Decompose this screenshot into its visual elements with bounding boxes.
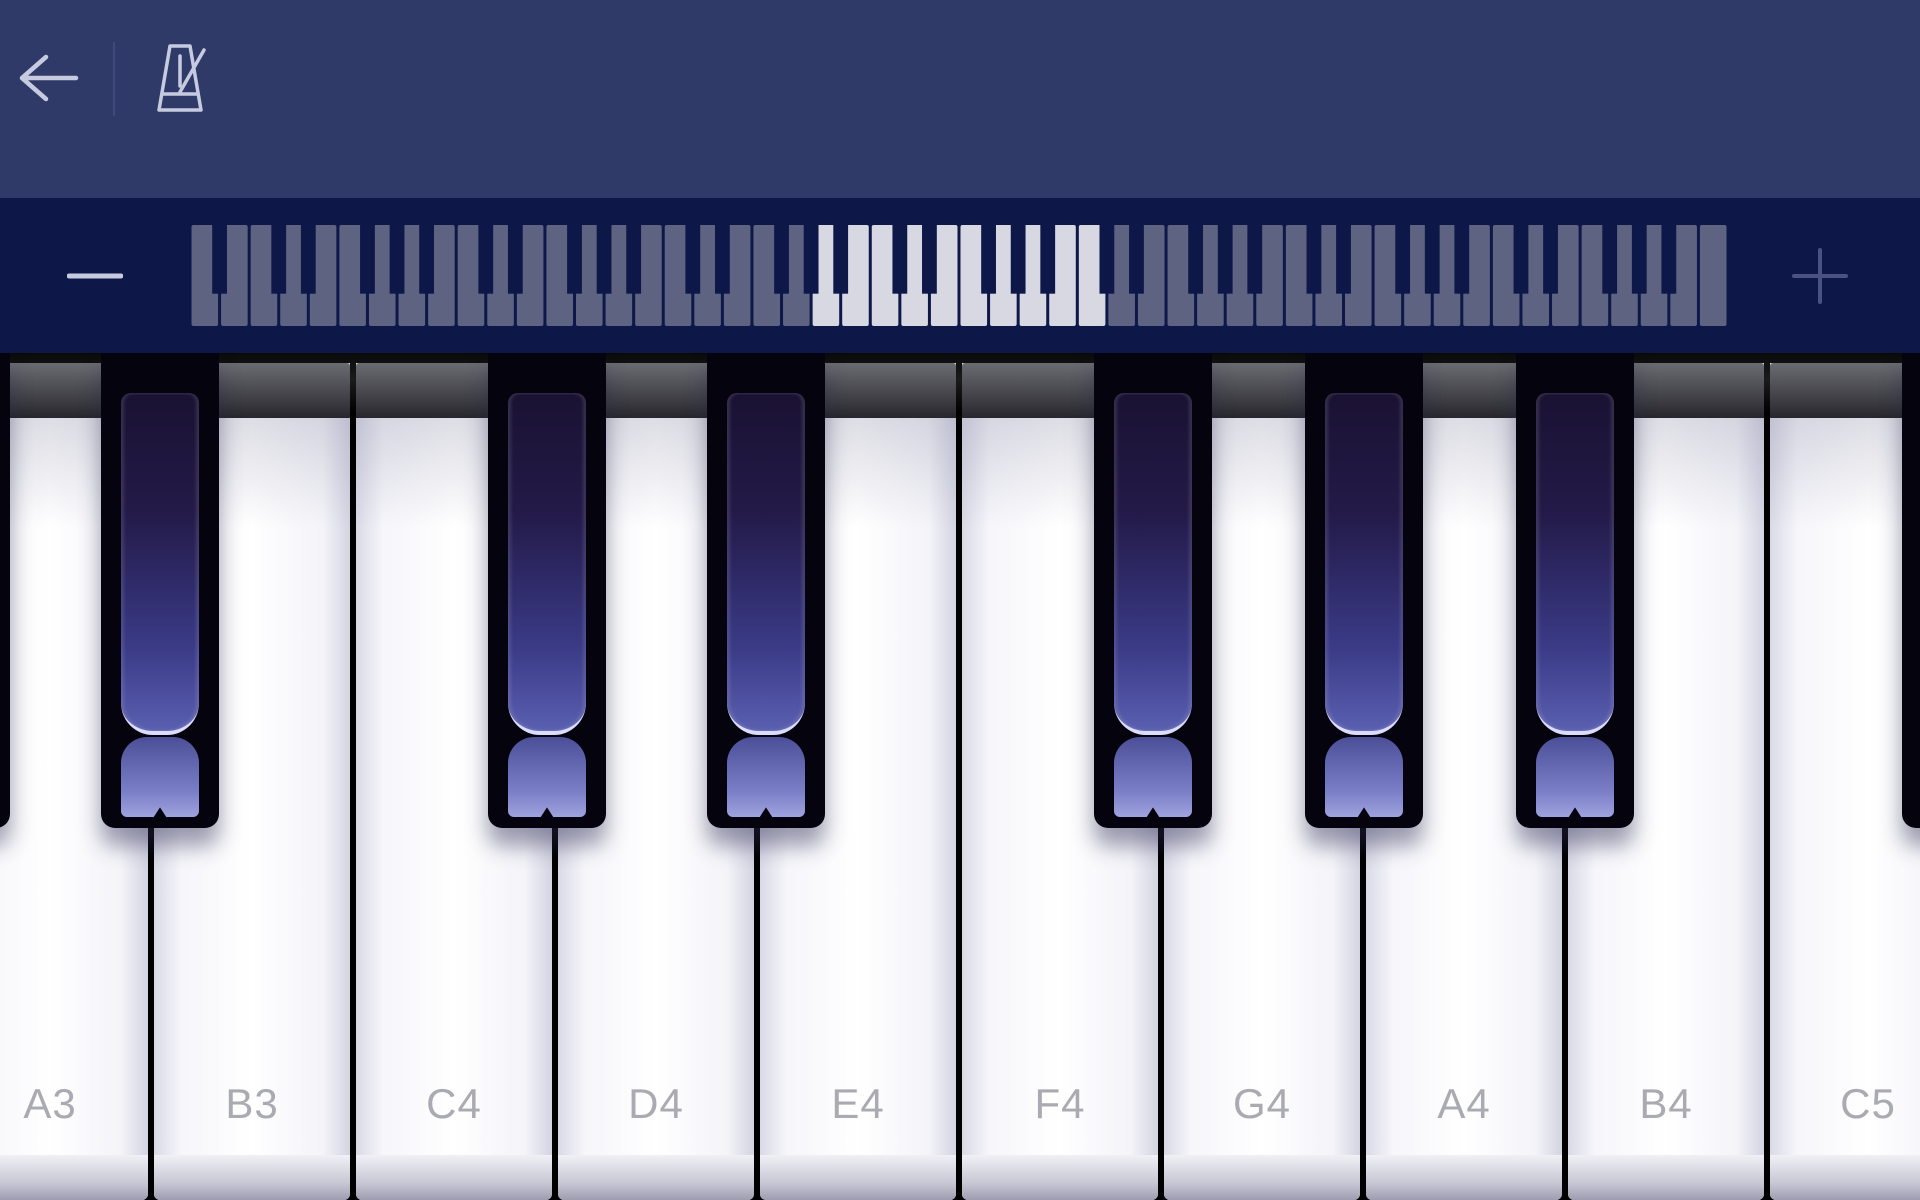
key-label-e4: E4 (831, 1080, 885, 1127)
mini-black-key (1602, 225, 1618, 294)
black-key-body (1114, 393, 1192, 735)
mini-black-key (1543, 225, 1558, 294)
back-button[interactable] (10, 36, 86, 120)
mini-black-key (1661, 225, 1677, 294)
minus-icon (67, 273, 123, 279)
key-lip (558, 1155, 754, 1200)
black-key-body (1536, 393, 1614, 735)
mini-black-key (1424, 225, 1440, 294)
metronome-icon (157, 44, 206, 112)
black-key-f-sharp-4[interactable] (1094, 353, 1212, 828)
mini-black-key (596, 225, 612, 294)
mini-black-key (685, 225, 701, 294)
black-key-c-sharp-5[interactable] (1902, 353, 1920, 828)
key-back (1770, 363, 1920, 418)
black-key-g-sharp-3[interactable] (0, 353, 10, 828)
key-lip (1366, 1155, 1562, 1200)
top-toolbar (0, 0, 1920, 198)
mini-black-key (714, 225, 730, 294)
mini-keyboard-visible-window[interactable] (818, 225, 1100, 326)
plus-icon (1792, 248, 1848, 304)
key-lip (962, 1155, 1158, 1200)
mini-black-key (626, 225, 642, 294)
key-shade (1770, 418, 1920, 528)
key-label-d4: D4 (628, 1080, 684, 1127)
mini-black-key (1395, 225, 1411, 294)
black-key-front (1325, 737, 1403, 817)
mini-black-key (1247, 225, 1263, 294)
black-key-front (1536, 737, 1614, 817)
mini-black-key (1217, 225, 1233, 294)
key-lip (760, 1155, 956, 1200)
zoom-out-button[interactable] (55, 248, 135, 304)
key-label-a3: A3 (23, 1080, 77, 1127)
mini-black-key (1631, 225, 1647, 294)
mini-black-key (419, 225, 435, 294)
key-label-a4: A4 (1437, 1080, 1491, 1127)
mini-black-key (360, 225, 375, 294)
mini-black-key (567, 225, 582, 294)
toolbar-divider (113, 42, 115, 116)
key-lip (356, 1155, 552, 1200)
black-key-front (1114, 737, 1192, 817)
key-label-c4: C4 (426, 1080, 482, 1127)
key-label-c5: C5 (1840, 1080, 1896, 1127)
mini-black-key (803, 225, 819, 294)
black-key-body (1325, 393, 1403, 735)
mini-black-key (1513, 225, 1529, 294)
mini-black-key (1454, 225, 1470, 294)
mini-black-key (1099, 225, 1115, 294)
black-key-body (727, 393, 805, 735)
mini-white-key (1699, 225, 1727, 326)
black-key-d-sharp-4[interactable] (707, 353, 825, 828)
mini-black-key (389, 225, 405, 294)
black-key-a-sharp-3[interactable] (101, 353, 219, 828)
metronome-button[interactable] (150, 38, 218, 120)
black-key-body (508, 393, 586, 735)
black-key-body (121, 393, 199, 735)
mini-black-key (1188, 225, 1204, 294)
mini-black-key (300, 225, 316, 294)
mini-black-key (507, 225, 523, 294)
black-key-a-sharp-4[interactable] (1516, 353, 1634, 828)
key-label-b4: B4 (1639, 1080, 1693, 1127)
black-key-front (121, 737, 199, 817)
piano-keyboard: A3 B3 C4 D4 E4 F4 G4 A4 B4 C5 (0, 353, 1920, 1200)
mini-black-key (774, 225, 789, 294)
key-lip (1568, 1155, 1764, 1200)
mini-black-key (212, 225, 227, 294)
key-lip (154, 1155, 350, 1200)
black-key-g-sharp-4[interactable] (1305, 353, 1423, 828)
mini-black-key (478, 225, 494, 294)
key-label-g4: G4 (1232, 1080, 1292, 1127)
white-key-c5[interactable]: C5 (1770, 363, 1920, 1200)
mini-black-key (1306, 225, 1322, 294)
mini-black-key (1336, 225, 1351, 294)
zoom-in-button[interactable] (1780, 240, 1860, 312)
mini-black-key (271, 225, 287, 294)
arrow-left-icon (19, 54, 79, 102)
key-lip (1164, 1155, 1360, 1200)
mini-black-key (1129, 225, 1144, 294)
black-key-front (508, 737, 586, 817)
key-lip (0, 1155, 148, 1200)
key-label-b3: B3 (225, 1080, 279, 1127)
key-lip (1770, 1155, 1920, 1200)
black-key-c-sharp-4[interactable] (488, 353, 606, 828)
black-key-front (727, 737, 805, 817)
key-label-f4: F4 (1034, 1080, 1086, 1127)
